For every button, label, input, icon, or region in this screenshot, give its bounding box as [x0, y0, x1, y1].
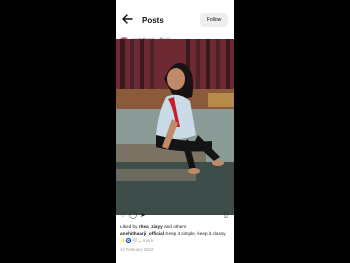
heart-icon[interactable]: ♡	[119, 212, 127, 220]
post-date: 14 February 2023	[120, 247, 154, 252]
caption-text: Keep it simple, keep it classy.	[165, 230, 227, 236]
phone-screen: Posts Follow anshithaarji_official	[116, 0, 234, 263]
top-bar: Posts Follow	[116, 0, 234, 36]
post-actions: ♡ ◯ ➤ ▯	[116, 212, 234, 220]
liked-by-prefix: Liked by	[120, 224, 138, 229]
photo-scene	[116, 39, 234, 215]
liked-by-user[interactable]: rhea_ziayy	[139, 224, 163, 229]
post-photo[interactable]	[116, 39, 234, 215]
back-arrow-icon[interactable]	[120, 12, 134, 26]
liked-by-suffix[interactable]: and others	[164, 224, 186, 229]
page-title: Posts	[142, 16, 164, 25]
follow-button[interactable]: Follow	[200, 13, 228, 27]
caption-username[interactable]: anshithaarji_official	[120, 231, 164, 236]
bookmark-icon[interactable]: ▯	[222, 212, 230, 220]
more-link[interactable]: more	[143, 238, 154, 243]
comment-icon[interactable]: ◯	[129, 212, 137, 220]
share-icon[interactable]: ➤	[139, 212, 147, 220]
post-caption: Liked by rhea_ziayy and others anshithaa…	[120, 224, 230, 244]
caption-emoji: ✨🧿🤍...	[120, 237, 142, 243]
